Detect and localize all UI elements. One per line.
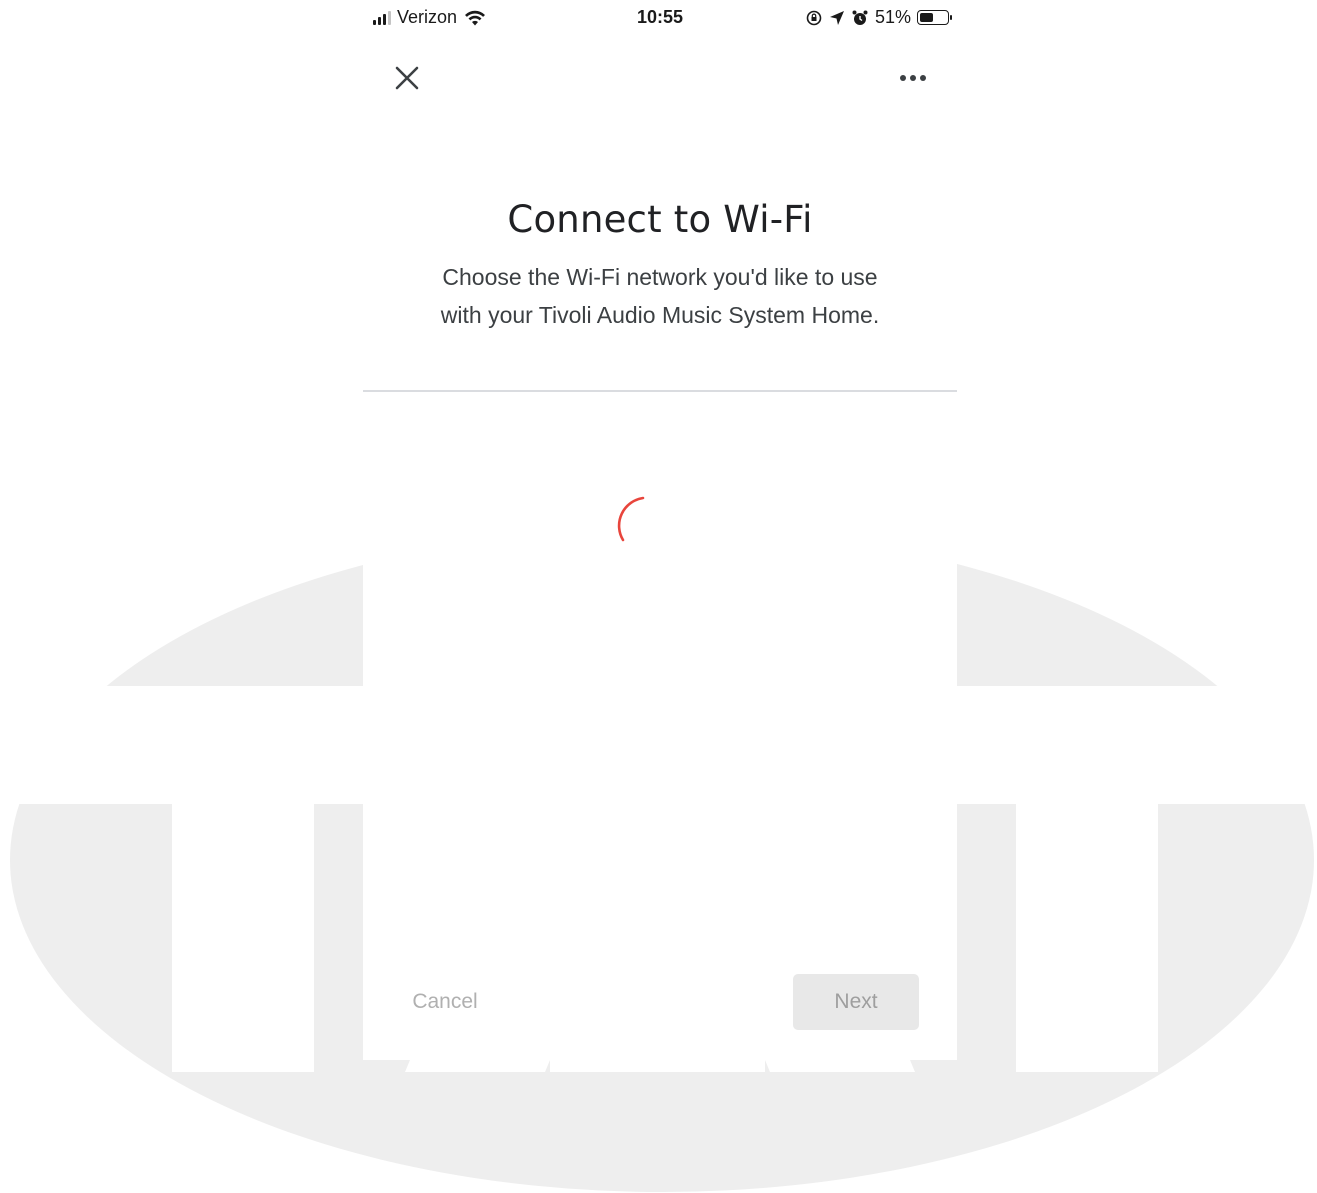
next-button[interactable]: Next [793, 974, 919, 1030]
orientation-lock-icon [806, 10, 822, 25]
battery-icon [917, 10, 952, 25]
divider [363, 390, 957, 392]
close-button[interactable] [389, 60, 425, 96]
more-options-icon [900, 75, 926, 81]
page-subtitle: Choose the Wi-Fi network you'd like to u… [393, 258, 927, 334]
location-icon [829, 10, 844, 25]
more-options-button[interactable] [893, 60, 933, 96]
phone-screen: Verizon 10:55 51% Connect to Wi-Fi Choos… [363, 0, 957, 1060]
loading-spinner-icon [617, 496, 645, 542]
battery-percent: 51% [874, 7, 911, 27]
screen: Verizon 10:55 51% Connect to Wi-Fi Choos… [0, 0, 1317, 1193]
subtitle-line-2: with your Tivoli Audio Music System Home… [440, 302, 880, 328]
battery-level [920, 13, 933, 22]
cancel-button[interactable]: Cancel [385, 974, 505, 1030]
subtitle-line-1: Choose the Wi-Fi network you'd like to u… [442, 264, 878, 290]
alarm-icon [852, 10, 868, 25]
page-title: Connect to Wi-Fi [507, 198, 813, 241]
status-bar: Verizon 10:55 51% [363, 0, 957, 36]
close-icon [395, 66, 419, 90]
status-right: 51% [805, 7, 952, 28]
